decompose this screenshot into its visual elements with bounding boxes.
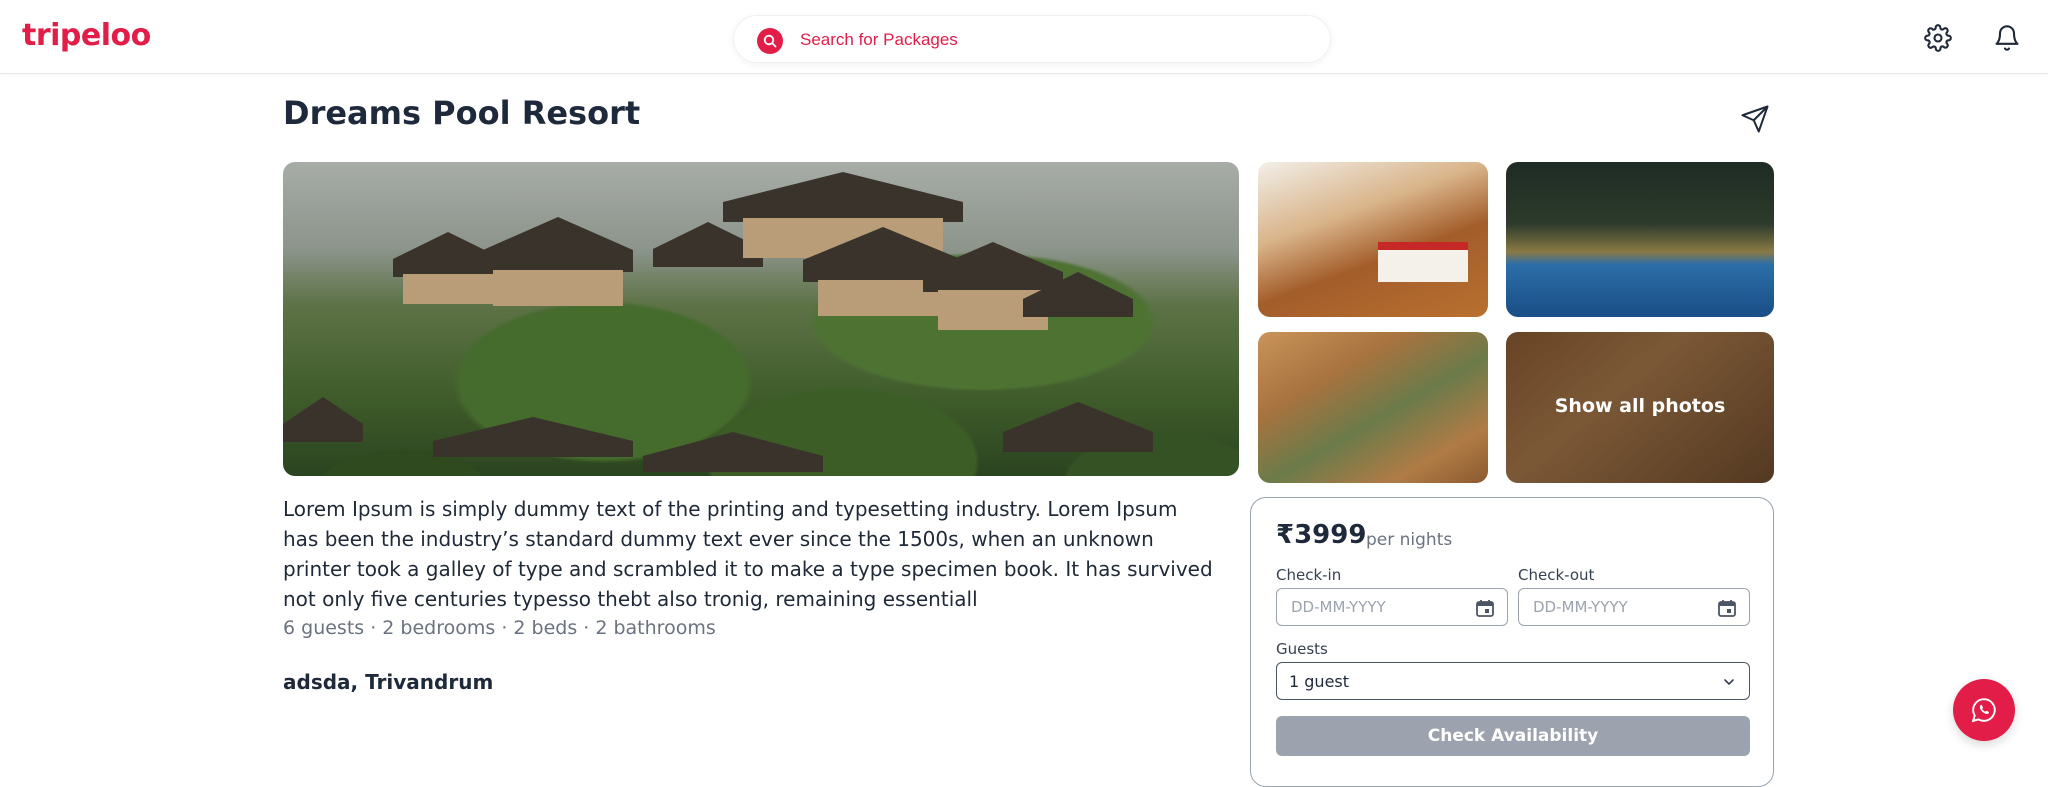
search-bar[interactable] <box>733 15 1331 63</box>
gear-icon[interactable] <box>1924 24 1952 52</box>
hut-wall <box>493 270 623 306</box>
listing-meta: 6 guests · 2 bedrooms · 2 beds · 2 bathr… <box>283 617 716 639</box>
guests-select[interactable]: 1 guest <box>1276 662 1750 700</box>
bed-shape <box>1378 242 1468 282</box>
main-photo[interactable] <box>283 162 1239 476</box>
hut-wall <box>403 274 493 304</box>
room-photo[interactable] <box>1258 162 1488 317</box>
description: Lorem Ipsum is simply dummy text of the … <box>283 497 1213 611</box>
calendar-icon[interactable] <box>1717 598 1737 618</box>
checkout-field[interactable]: DD-MM-YYYY <box>1518 588 1750 626</box>
chevron-down-icon <box>1724 679 1734 686</box>
search-input[interactable] <box>800 28 1300 52</box>
top-header: tripeloo <box>0 0 2048 74</box>
logo[interactable]: tripeloo <box>22 18 151 53</box>
pool-photo[interactable] <box>1506 162 1774 317</box>
hut-roof <box>923 242 1063 292</box>
location: adsda, Trivandrum <box>283 670 494 694</box>
page-title: Dreams Pool Resort <box>283 94 641 132</box>
checkin-placeholder: DD-MM-YYYY <box>1291 598 1386 616</box>
show-all-photos-button[interactable]: Show all photos <box>1506 332 1774 483</box>
lounge-photo[interactable] <box>1258 332 1488 483</box>
guests-label: Guests <box>1276 640 1328 658</box>
checkout-placeholder: DD-MM-YYYY <box>1533 598 1628 616</box>
whatsapp-icon <box>1971 698 1996 723</box>
price: ₹3999 <box>1276 520 1367 550</box>
guests-value: 1 guest <box>1289 672 1350 691</box>
hut-roof <box>723 172 963 222</box>
hut-roof <box>433 417 633 457</box>
whatsapp-button[interactable] <box>1953 679 2015 741</box>
hut-roof <box>1003 402 1153 452</box>
send-icon[interactable] <box>1740 104 1770 134</box>
checkin-field[interactable]: DD-MM-YYYY <box>1276 588 1508 626</box>
bell-icon[interactable] <box>1993 24 2021 52</box>
hut-roof <box>283 397 363 442</box>
checkout-label: Check-out <box>1518 566 1595 584</box>
hut-roof <box>643 432 823 472</box>
booking-card: ₹3999 per nights Check-in Check-out DD-M… <box>1250 497 1774 787</box>
hut-roof <box>483 217 633 272</box>
price-unit: per nights <box>1366 530 1453 550</box>
checkin-label: Check-in <box>1276 566 1342 584</box>
show-all-photos-label: Show all photos <box>1554 395 1726 417</box>
search-icon[interactable] <box>757 28 783 54</box>
calendar-icon[interactable] <box>1475 598 1495 618</box>
check-availability-button[interactable]: Check Availability <box>1276 716 1750 756</box>
